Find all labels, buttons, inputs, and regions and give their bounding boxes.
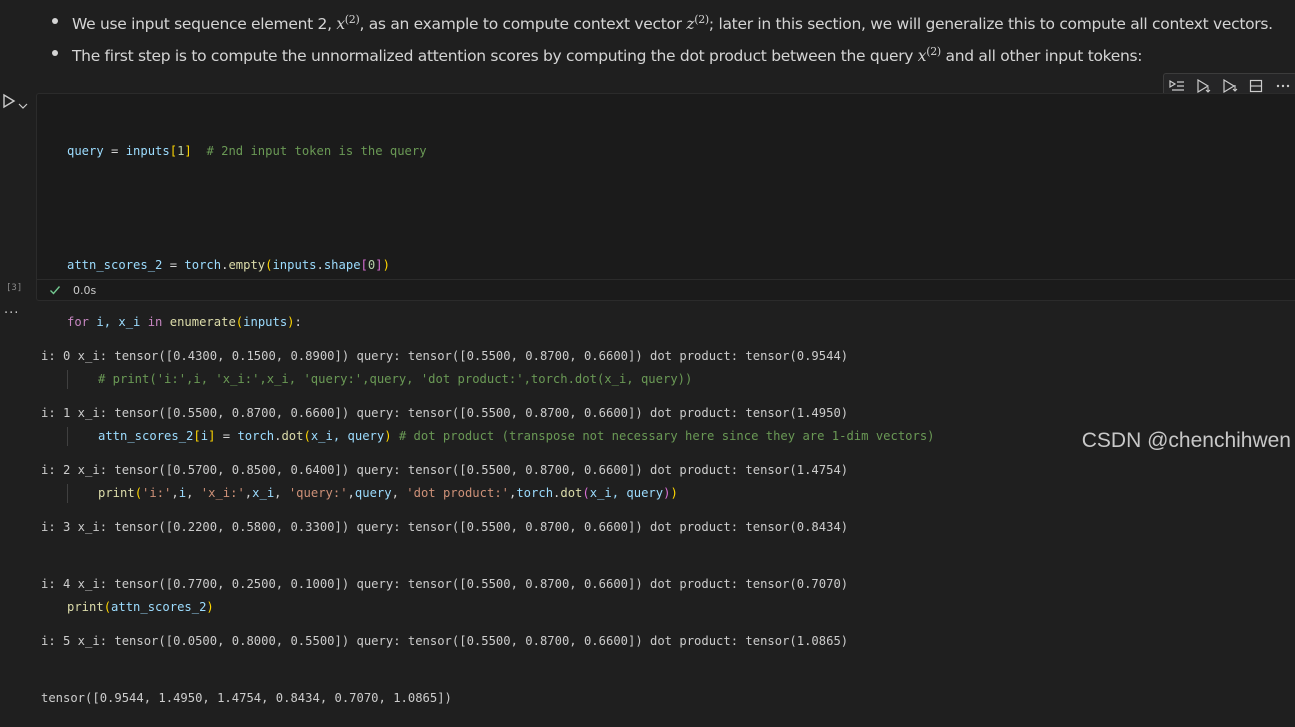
bullet-text: , as an example to compute context vecto… [359, 15, 687, 34]
chevron-down-icon[interactable] [18, 96, 28, 109]
cell-output: i: 0 x_i: tensor([0.4300, 0.1500, 0.8900… [41, 309, 848, 727]
output-line: i: 1 x_i: tensor([0.5500, 0.8700, 0.6600… [41, 406, 849, 420]
bullet-text: ; later in this section, we will general… [708, 15, 1273, 34]
output-more-icon[interactable]: ··· [4, 306, 19, 321]
bullet-text: The first step is to compute the unnorma… [72, 47, 918, 66]
bullet-item: We use input sequence element 2, x(2), a… [52, 6, 1292, 38]
execution-count: [3] [6, 283, 23, 293]
code-line: attn_scores_2 = torch.empty(inputs.shape… [67, 258, 390, 272]
code-cell-editor[interactable]: query = inputs[1] # 2nd input token is t… [36, 93, 1295, 614]
output-line: i: 0 x_i: tensor([0.4300, 0.1500, 0.8900… [41, 349, 849, 363]
watermark: CSDN @chenchihwen [1081, 429, 1291, 452]
output-line: i: 5 x_i: tensor([0.0500, 0.8000, 0.5500… [41, 634, 849, 648]
code-line: query = inputs[1] # 2nd input token is t… [67, 144, 427, 158]
bullet-text: and all other input tokens: [940, 47, 1143, 66]
execution-time: 0.0s [73, 283, 97, 297]
math-x: x(2) [336, 13, 360, 34]
math-z: z(2) [686, 13, 709, 34]
output-line: i: 3 x_i: tensor([0.2200, 0.5800, 0.3300… [41, 520, 849, 534]
output-line: i: 4 x_i: tensor([0.7700, 0.2500, 0.1000… [41, 577, 849, 591]
bullet-item: The first step is to compute the unnorma… [52, 38, 1292, 70]
math-x: x(2) [917, 45, 941, 66]
cell-status-bar: 0.0s [36, 279, 1295, 300]
output-line: i: 2 x_i: tensor([0.5700, 0.8500, 0.6400… [41, 463, 849, 477]
check-icon [50, 286, 61, 295]
markdown-cell: We use input sequence element 2, x(2), a… [52, 6, 1292, 70]
bullet-dot [52, 18, 58, 24]
output-line: tensor([0.9544, 1.4950, 1.4754, 0.8434, … [41, 691, 452, 705]
bullet-dot [52, 50, 58, 57]
run-cell-icon[interactable] [2, 93, 16, 109]
bullet-text: We use input sequence element 2, [72, 15, 337, 34]
